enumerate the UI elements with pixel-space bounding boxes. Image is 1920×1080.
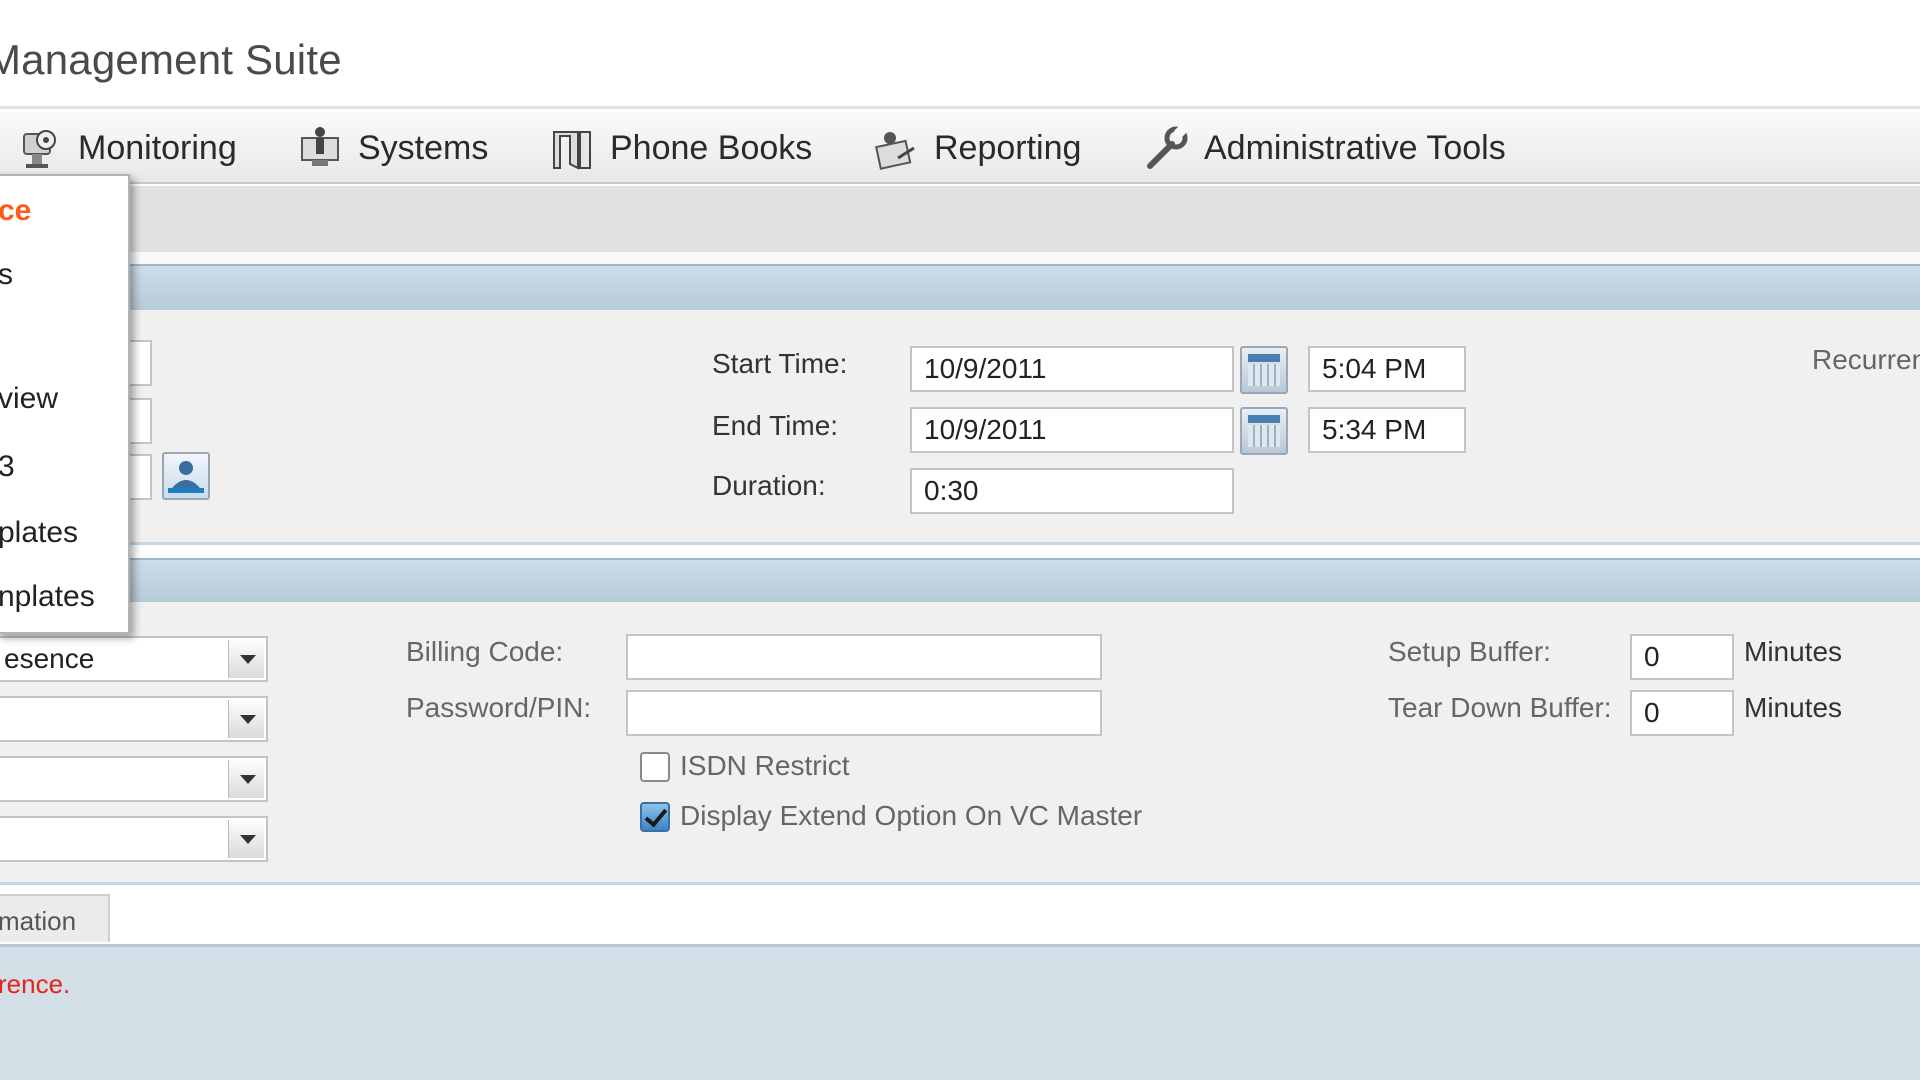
menu-item[interactable]: 3: [0, 450, 15, 484]
nav-systems-label: Systems: [358, 128, 489, 167]
sub-toolbar-edge: [0, 252, 1920, 264]
schedule-panel: Start Time: End Time: Duration: Recurren: [0, 310, 1920, 542]
user-lookup-button[interactable]: [162, 452, 210, 500]
start-date-input[interactable]: [910, 346, 1234, 392]
conference-type-value: esence: [4, 643, 95, 674]
chevron-down-icon: [228, 700, 264, 738]
message-panel: rence.: [0, 944, 1920, 1080]
start-time-label: Start Time:: [712, 348, 848, 379]
tear-down-buffer-unit: Minutes: [1744, 692, 1843, 723]
menu-item[interactable]: s: [0, 258, 13, 292]
end-time-input[interactable]: [1308, 407, 1466, 453]
end-date-input[interactable]: [910, 407, 1234, 453]
menu-item[interactable]: view: [0, 382, 58, 416]
calendar-icon: [1248, 354, 1280, 362]
reporting-icon: [875, 132, 915, 170]
duration-label: Duration:: [712, 470, 826, 501]
end-date-calendar-button[interactable]: [1240, 407, 1288, 455]
settings-section-header: [0, 558, 1920, 602]
conference-type-select[interactable]: esence: [0, 636, 268, 682]
chevron-down-icon: [228, 640, 264, 678]
password-pin-label: Password/PIN:: [406, 692, 592, 723]
isdn-restrict-checkbox[interactable]: [640, 752, 670, 782]
menu-item[interactable]: nplates: [0, 580, 95, 614]
monitoring-icon: [23, 130, 56, 168]
setup-buffer-unit: Minutes: [1744, 636, 1843, 667]
chevron-down-icon: [228, 820, 264, 858]
nav-phone-books[interactable]: Phone Books: [548, 120, 812, 176]
tab-information[interactable]: mation: [0, 894, 110, 942]
user-lookup-icon: [168, 461, 204, 493]
nav-reporting-label: Reporting: [934, 128, 1082, 167]
settings-panel: esence Billing Code: Password/PIN: ISDN …: [0, 602, 1920, 882]
password-pin-input[interactable]: [626, 690, 1102, 736]
display-extend-option-label: Display Extend Option On VC Master: [680, 800, 1143, 831]
sub-toolbar: [0, 186, 1920, 252]
tab-information-label: mation: [0, 906, 77, 936]
nav-administrative-tools[interactable]: Administrative Tools: [1142, 120, 1506, 176]
menu-item[interactable]: plates: [0, 516, 78, 550]
setup-buffer-input[interactable]: [1630, 634, 1734, 680]
nav-monitoring[interactable]: Monitoring: [16, 120, 237, 176]
billing-code-input[interactable]: [626, 634, 1102, 680]
schedule-section-header: [0, 264, 1920, 310]
settings-panel-border: [0, 882, 1920, 885]
header-divider: [0, 106, 1920, 109]
billing-code-label: Billing Code:: [406, 636, 564, 667]
menu-item-active[interactable]: ce: [0, 194, 31, 228]
tear-down-buffer-input[interactable]: [1630, 690, 1734, 736]
setup-buffer-label: Setup Buffer:: [1388, 636, 1551, 667]
systems-icon: [301, 127, 339, 166]
nav-reporting[interactable]: Reporting: [872, 120, 1081, 176]
calendar-icon: [1248, 415, 1280, 423]
recurrence-label: Recurren: [1812, 344, 1920, 375]
schedule-panel-border: [0, 542, 1920, 545]
end-time-label: End Time:: [712, 410, 839, 441]
error-message: rence.: [0, 969, 71, 999]
start-date-calendar-button[interactable]: [1240, 346, 1288, 394]
phone-books-icon: [553, 131, 591, 170]
nav-monitoring-label: Monitoring: [78, 128, 237, 167]
bottom-tab-strip: mation: [0, 886, 1920, 944]
chevron-down-icon: [228, 760, 264, 798]
main-navbar: Monitoring Systems Phone Books Reporting: [0, 112, 1920, 184]
settings-select-3[interactable]: [0, 756, 268, 802]
nav-systems[interactable]: Systems: [296, 120, 488, 176]
isdn-restrict-label: ISDN Restrict: [680, 750, 850, 781]
nav-phone-books-label: Phone Books: [610, 128, 813, 167]
settings-select-4[interactable]: [0, 816, 268, 862]
duration-input[interactable]: [910, 468, 1234, 514]
nav-administrative-tools-label: Administrative Tools: [1204, 128, 1506, 167]
start-time-input[interactable]: [1308, 346, 1466, 392]
tear-down-buffer-label: Tear Down Buffer:: [1388, 692, 1612, 723]
settings-select-2[interactable]: [0, 696, 268, 742]
wrench-icon: [1147, 124, 1189, 169]
conference-dropdown-menu: ce s view 3 plates nplates: [0, 174, 130, 634]
display-extend-option-checkbox[interactable]: [640, 802, 670, 832]
app-title: Management Suite: [0, 36, 342, 83]
